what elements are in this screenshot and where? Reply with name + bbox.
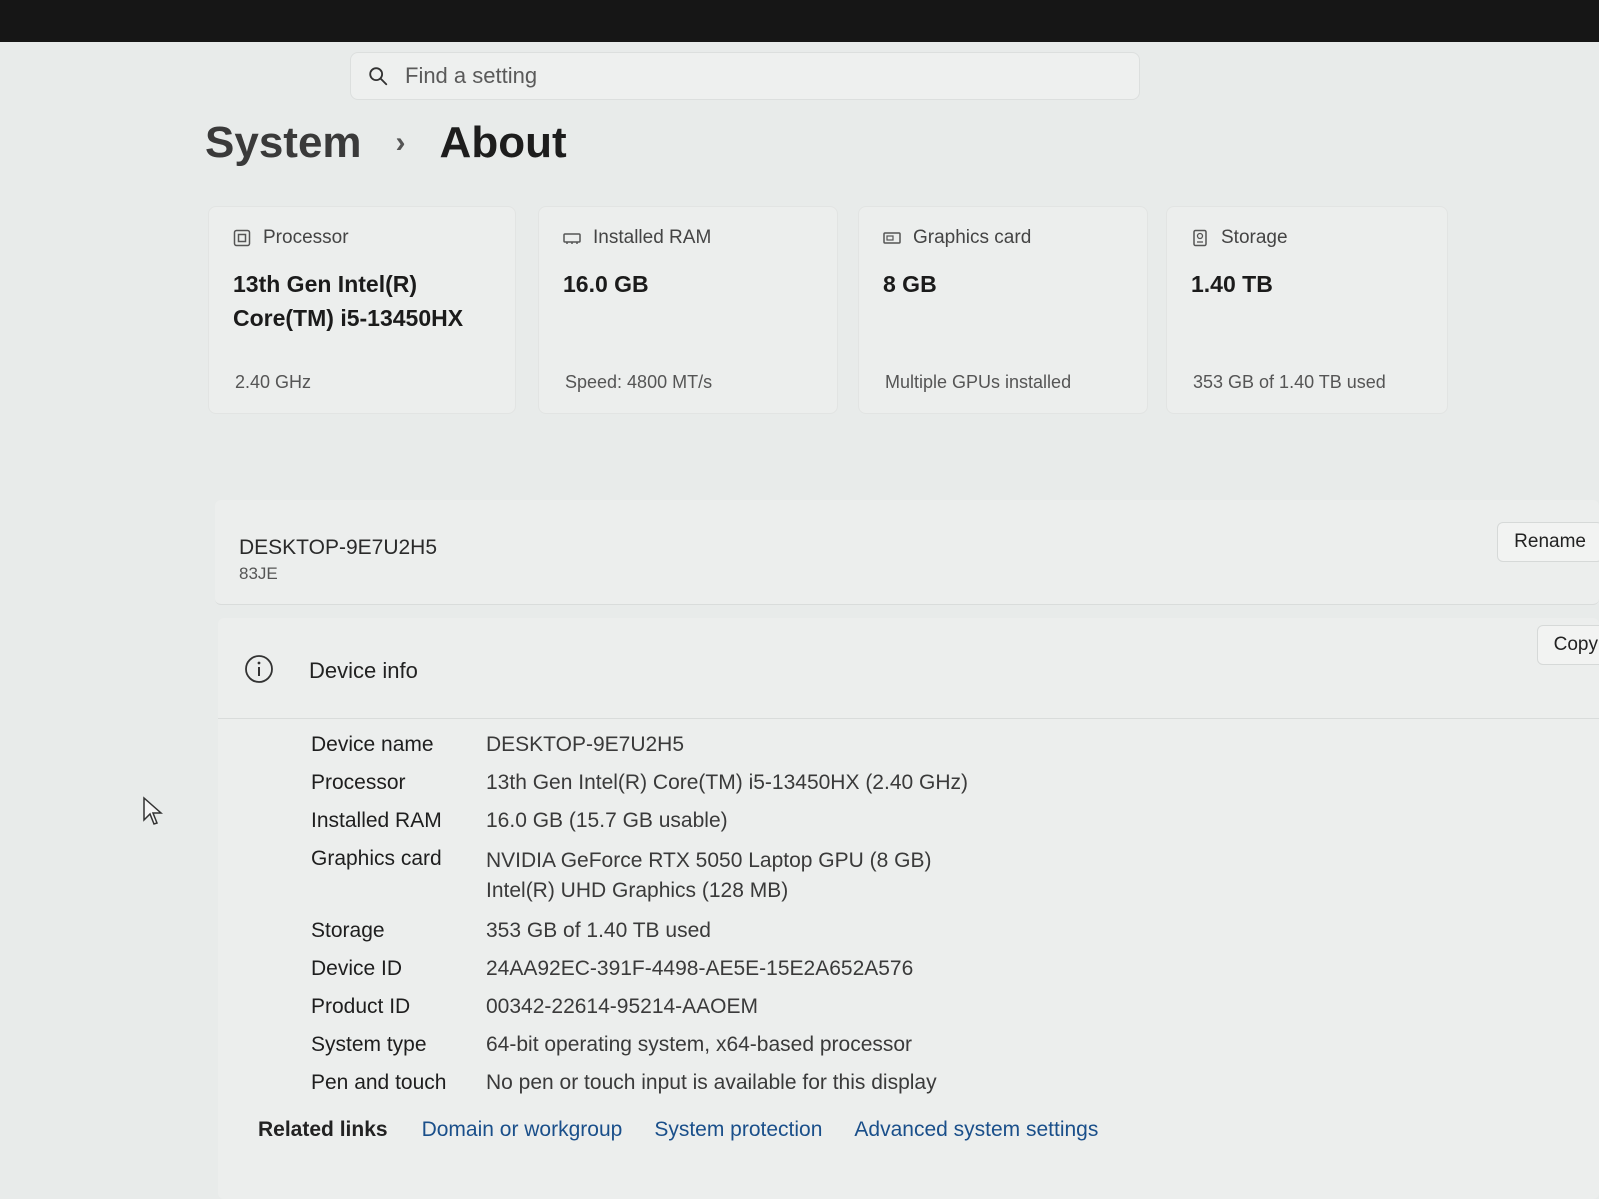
graphics-card-card: Graphics card 8 GB Multiple GPUs install… xyxy=(858,206,1148,414)
search-input[interactable] xyxy=(403,62,1007,90)
ram-card: Installed RAM 16.0 GB Speed: 4800 MT/s xyxy=(538,206,838,414)
device-info-header[interactable]: Device info xyxy=(218,618,1599,719)
spec-value: 16.0 GB (15.7 GB usable) xyxy=(486,809,728,832)
spec-value-line: NVIDIA GeForce RTX 5050 Laptop GPU (8 GB… xyxy=(486,849,932,872)
spec-value: DESKTOP-9E7U2H5 xyxy=(486,733,685,756)
spec-value: 13th Gen Intel(R) Core(TM) i5-13450HX (2… xyxy=(486,771,969,794)
processor-card-sub: 2.40 GHz xyxy=(235,372,312,392)
search-icon xyxy=(369,67,388,86)
processor-icon xyxy=(233,229,251,247)
spec-label: Installed RAM xyxy=(311,809,442,832)
spec-label: Device name xyxy=(311,733,434,756)
graphics-card-title: Graphics card xyxy=(913,227,1032,248)
related-links-label: Related links xyxy=(258,1118,388,1141)
storage-card: Storage 1.40 TB 353 GB of 1.40 TB used xyxy=(1166,206,1448,414)
spec-value: 64-bit operating system, x64-based proce… xyxy=(486,1033,913,1056)
storage-card-sub: 353 GB of 1.40 TB used xyxy=(1193,372,1386,392)
processor-card: Processor 13th Gen Intel(R) Core(TM) i5-… xyxy=(208,206,516,414)
processor-card-title: Processor xyxy=(263,227,349,248)
domain-or-workgroup-link[interactable]: Domain or workgroup xyxy=(422,1118,623,1142)
advanced-system-settings-link[interactable]: Advanced system settings xyxy=(854,1118,1098,1142)
storage-card-value: 1.40 TB xyxy=(1191,271,1273,297)
copy-button[interactable]: Copy xyxy=(1536,625,1599,665)
storage-card-title: Storage xyxy=(1221,227,1288,248)
spec-row-pen-and-touch: Pen and touch No pen or touch input is a… xyxy=(311,1070,968,1096)
spec-row-installed-ram: Installed RAM 16.0 GB (15.7 GB usable) xyxy=(311,808,968,834)
spec-value: 00342-22614-95214-AAOEM xyxy=(486,995,759,1018)
spec-value: NVIDIA GeForce RTX 5050 Laptop GPU (8 GB… xyxy=(486,846,931,906)
ram-icon xyxy=(563,233,581,244)
window-top-bar xyxy=(0,0,1599,42)
spec-row-device-name: Device name DESKTOP-9E7U2H5 xyxy=(311,732,968,758)
spec-value: 353 GB of 1.40 TB used xyxy=(486,919,711,942)
ram-card-value: 16.0 GB xyxy=(563,271,649,297)
graphics-card-value: 8 GB xyxy=(883,271,937,297)
search-box[interactable] xyxy=(350,52,1140,100)
spec-label: Storage xyxy=(311,919,385,942)
spec-row-graphics-card: Graphics card NVIDIA GeForce RTX 5050 La… xyxy=(311,846,968,906)
spec-label: Device ID xyxy=(311,957,403,980)
device-spec-table: Device name DESKTOP-9E7U2H5 Processor 13… xyxy=(311,732,968,1108)
spec-row-product-id: Product ID 00342-22614-95214-AAOEM xyxy=(311,994,968,1020)
system-protection-link[interactable]: System protection xyxy=(654,1118,822,1142)
chevron-right-icon: › xyxy=(395,126,406,159)
device-info-title: Device info xyxy=(309,658,418,683)
spec-label: Pen and touch xyxy=(311,1071,447,1094)
related-links: Related links Domain or workgroup System… xyxy=(230,1118,1130,1142)
spec-row-storage: Storage 353 GB of 1.40 TB used xyxy=(311,918,968,944)
info-icon xyxy=(245,655,273,683)
graphics-card-sub: Multiple GPUs installed xyxy=(885,372,1072,392)
mouse-cursor-icon xyxy=(143,796,163,825)
device-name-row: DESKTOP-9E7U2H5 83JE Rename xyxy=(215,500,1599,605)
breadcrumb: System › About xyxy=(205,118,567,168)
spec-label: Graphics card xyxy=(311,847,442,870)
device-model: 83JE xyxy=(239,564,278,583)
processor-card-value: 13th Gen Intel(R) Core(TM) i5-13450HX xyxy=(233,271,464,331)
rename-button[interactable]: Rename xyxy=(1497,522,1599,562)
ram-card-sub: Speed: 4800 MT/s xyxy=(565,372,713,392)
spec-label: Processor xyxy=(311,771,406,794)
page-title: About xyxy=(439,118,567,167)
spec-value-line: Intel(R) UHD Graphics (128 MB) xyxy=(486,879,789,902)
ram-card-title: Installed RAM xyxy=(593,227,712,248)
spec-row-system-type: System type 64-bit operating system, x64… xyxy=(311,1032,968,1058)
spec-value: No pen or touch input is available for t… xyxy=(486,1071,937,1094)
device-name: DESKTOP-9E7U2H5 xyxy=(239,536,438,559)
device-info-panel: Device info Device name DESKTOP-9E7U2H5 … xyxy=(218,618,1599,1199)
spec-row-processor: Processor 13th Gen Intel(R) Core(TM) i5-… xyxy=(311,770,968,796)
spec-label: Product ID xyxy=(311,995,411,1018)
graphics-card-icon xyxy=(883,232,901,244)
spec-row-device-id: Device ID 24AA92EC-391F-4498-AE5E-15E2A6… xyxy=(311,956,968,982)
spec-value: 24AA92EC-391F-4498-AE5E-15E2A652A576 xyxy=(486,957,914,980)
spec-label: System type xyxy=(311,1033,427,1056)
breadcrumb-system[interactable]: System xyxy=(205,118,362,168)
storage-icon xyxy=(1193,229,1207,247)
